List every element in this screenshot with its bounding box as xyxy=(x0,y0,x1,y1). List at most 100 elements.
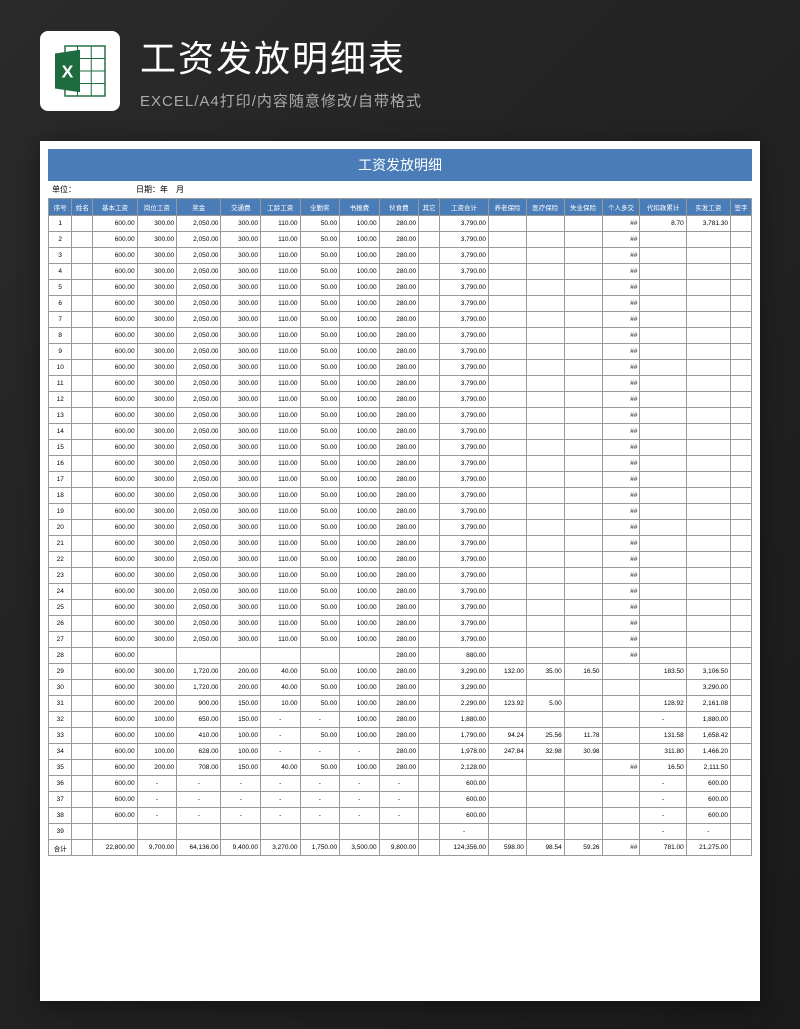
table-row: 33600.00100.00410.00100.00-50.00100.0028… xyxy=(49,728,752,744)
cell: 280.00 xyxy=(379,584,419,600)
cell: 3,790.00 xyxy=(440,600,489,616)
cell: 300.00 xyxy=(221,392,261,408)
cell xyxy=(731,568,752,584)
cell: ## xyxy=(602,472,640,488)
cell xyxy=(489,632,527,648)
cell xyxy=(489,264,527,280)
cell xyxy=(526,408,564,424)
cell: 280.00 xyxy=(379,712,419,728)
cell: 280.00 xyxy=(379,456,419,472)
cell: - xyxy=(177,792,221,808)
cell: 600.00 xyxy=(93,504,137,520)
cell: 50.00 xyxy=(300,392,340,408)
cell: 410.00 xyxy=(177,728,221,744)
cell: 3,790.00 xyxy=(440,632,489,648)
cell: 3,790.00 xyxy=(440,536,489,552)
cell: 100.00 xyxy=(340,248,380,264)
cell: ## xyxy=(602,536,640,552)
cell xyxy=(526,488,564,504)
cell: 110.00 xyxy=(260,600,300,616)
cell xyxy=(72,760,93,776)
cell: 300.00 xyxy=(137,264,177,280)
cell: ## xyxy=(602,328,640,344)
cell xyxy=(686,600,730,616)
cell: - xyxy=(221,808,261,824)
cell: 600.00 xyxy=(93,760,137,776)
cell xyxy=(564,808,602,824)
cell: 300.00 xyxy=(137,632,177,648)
cell: 280.00 xyxy=(379,536,419,552)
cell: - xyxy=(640,824,686,840)
page-subtitle: EXCEL/A4打印/内容随意修改/自带格式 xyxy=(140,90,422,111)
cell: 100.00 xyxy=(340,632,380,648)
cell xyxy=(731,552,752,568)
cell: 600.00 xyxy=(93,664,137,680)
cell: 2,050.00 xyxy=(177,600,221,616)
cell xyxy=(526,280,564,296)
cell xyxy=(564,424,602,440)
table-row: 11600.00300.002,050.00300.00110.0050.001… xyxy=(49,376,752,392)
cell xyxy=(260,648,300,664)
cell xyxy=(419,600,440,616)
cell: ## xyxy=(602,408,640,424)
cell xyxy=(602,792,640,808)
cell xyxy=(489,552,527,568)
cell xyxy=(731,232,752,248)
cell: 110.00 xyxy=(260,328,300,344)
cell xyxy=(526,392,564,408)
cell xyxy=(640,264,686,280)
row-num: 15 xyxy=(49,440,72,456)
cell: 2,050.00 xyxy=(177,408,221,424)
cell xyxy=(72,312,93,328)
cell: 300.00 xyxy=(137,360,177,376)
cell: 2,050.00 xyxy=(177,392,221,408)
cell xyxy=(686,312,730,328)
cell xyxy=(526,552,564,568)
cell: 300.00 xyxy=(137,440,177,456)
row-num: 19 xyxy=(49,504,72,520)
cell xyxy=(564,408,602,424)
table-row: 2600.00300.002,050.00300.00110.0050.0010… xyxy=(49,232,752,248)
cell xyxy=(72,232,93,248)
cell xyxy=(489,424,527,440)
cell: 600.00 xyxy=(93,248,137,264)
cell: 11.78 xyxy=(564,728,602,744)
col-header: 伙食费 xyxy=(379,199,419,216)
cell xyxy=(419,760,440,776)
cell: 600.00 xyxy=(686,792,730,808)
cell xyxy=(564,440,602,456)
cell: 3,790.00 xyxy=(440,376,489,392)
cell xyxy=(72,264,93,280)
cell: 3,290.00 xyxy=(440,680,489,696)
cell xyxy=(526,584,564,600)
cell xyxy=(419,680,440,696)
cell: 50.00 xyxy=(300,760,340,776)
cell xyxy=(419,296,440,312)
table-row: 12600.00300.002,050.00300.00110.0050.001… xyxy=(49,392,752,408)
cell: 300.00 xyxy=(221,344,261,360)
cell xyxy=(564,584,602,600)
cell: 300.00 xyxy=(221,328,261,344)
cell: 110.00 xyxy=(260,632,300,648)
table-row: 26600.00300.002,050.00300.00110.0050.001… xyxy=(49,616,752,632)
cell: 50.00 xyxy=(300,376,340,392)
cell: 300.00 xyxy=(137,280,177,296)
cell xyxy=(526,536,564,552)
totals-label: 合计 xyxy=(49,840,72,856)
cell xyxy=(564,296,602,312)
cell: - xyxy=(260,792,300,808)
cell: 50.00 xyxy=(300,216,340,232)
cell xyxy=(489,216,527,232)
cell: 311.80 xyxy=(640,744,686,760)
cell xyxy=(731,616,752,632)
cell: 100.00 xyxy=(340,488,380,504)
cell: 2,050.00 xyxy=(177,344,221,360)
cell: 600.00 xyxy=(93,520,137,536)
cell: 3,790.00 xyxy=(440,504,489,520)
cell xyxy=(489,680,527,696)
cell: - xyxy=(260,808,300,824)
table-row: 39--- xyxy=(49,824,752,840)
cell xyxy=(489,760,527,776)
cell xyxy=(419,664,440,680)
cell: 280.00 xyxy=(379,424,419,440)
